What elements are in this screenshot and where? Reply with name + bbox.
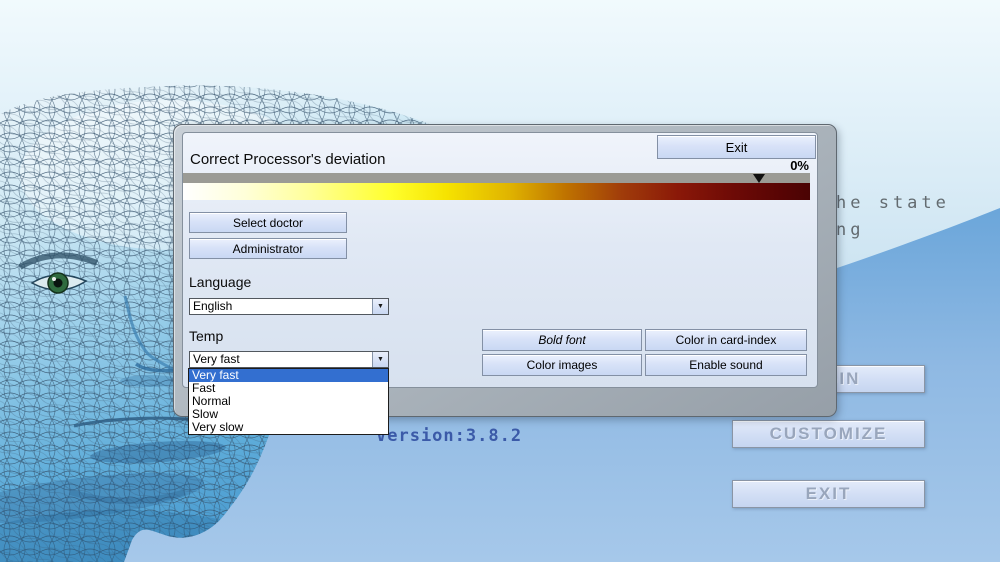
background-text-line2: ng: [836, 220, 865, 240]
chevron-down-icon[interactable]: ▼: [372, 299, 388, 314]
language-select[interactable]: English ▼: [189, 298, 389, 315]
enable-sound-button[interactable]: Enable sound: [645, 354, 807, 376]
settings-dialog-window: Correct Processor's deviation Exit 0% Se…: [173, 124, 837, 435]
temp-option-normal[interactable]: Normal: [189, 395, 388, 408]
version-label: Version:3.8.2: [376, 426, 523, 446]
bold-font-button[interactable]: Bold font: [482, 329, 642, 351]
temp-label: Temp: [189, 328, 224, 344]
temp-option-very-slow[interactable]: Very slow: [189, 421, 388, 434]
deviation-percent-label: 0%: [790, 158, 809, 173]
dialog-exit-button[interactable]: Exit: [657, 135, 816, 159]
background-text-line1: he state: [836, 193, 950, 213]
dialog-panel: Correct Processor's deviation Exit 0% Se…: [182, 132, 818, 435]
eye-highlight: [52, 277, 56, 281]
select-doctor-button[interactable]: Select doctor: [189, 212, 347, 233]
slider-marker-icon[interactable]: [753, 174, 765, 183]
temp-option-very-fast[interactable]: Very fast: [189, 369, 388, 382]
dialog-title: Correct Processor's deviation: [190, 151, 386, 168]
color-in-card-index-button[interactable]: Color in card-index: [645, 329, 807, 351]
exit-background-button[interactable]: EXIT: [732, 480, 925, 508]
deviation-gradient-bar: [183, 183, 810, 200]
temp-dropdown-list: Very fast Fast Normal Slow Very slow: [188, 368, 389, 435]
chevron-down-icon[interactable]: ▼: [372, 352, 388, 367]
neck-shadow: [0, 510, 290, 562]
nose-shadow: [120, 375, 180, 387]
language-value: English: [193, 299, 233, 313]
temp-select[interactable]: Very fast ▼: [189, 351, 389, 368]
temp-value: Very fast: [193, 352, 240, 366]
language-label: Language: [189, 274, 252, 290]
deviation-scale-track[interactable]: [183, 173, 810, 183]
customize-button[interactable]: CUSTOMIZE: [732, 420, 925, 448]
color-images-button[interactable]: Color images: [482, 354, 642, 376]
administrator-button[interactable]: Administrator: [189, 238, 347, 259]
